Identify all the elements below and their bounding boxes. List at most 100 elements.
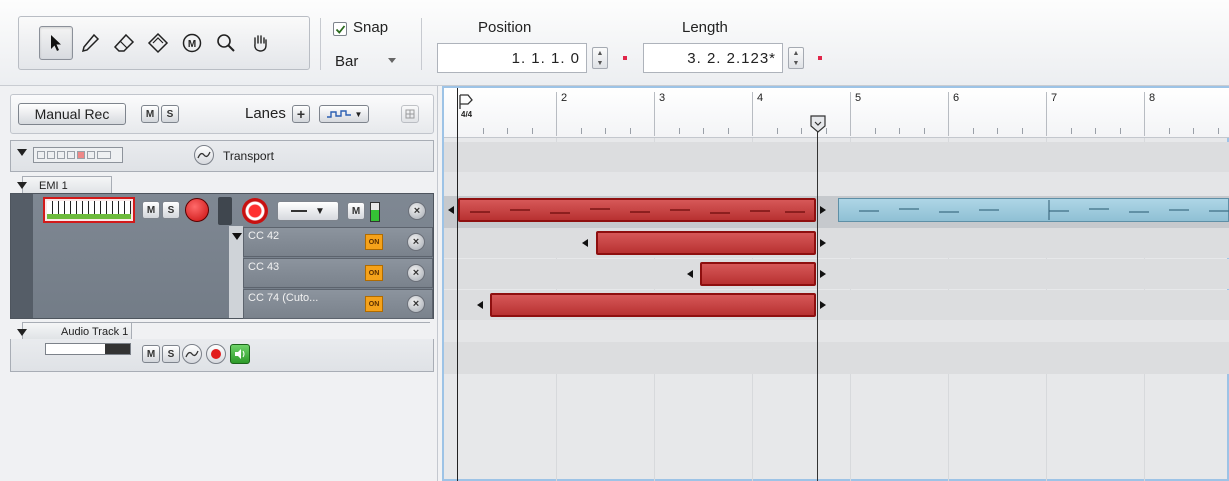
- ruler-beat-tick: [703, 128, 704, 134]
- eraser-tool-icon[interactable]: [107, 26, 141, 60]
- mute-tool-icon[interactable]: M: [175, 26, 209, 60]
- manual-rec-button[interactable]: Manual Rec: [18, 103, 126, 125]
- zoom-tool-icon[interactable]: [209, 26, 243, 60]
- ruler-beat-ticks: [444, 126, 1229, 134]
- lane-gap: [444, 320, 1229, 342]
- clip-end-handle-icon[interactable]: [820, 270, 826, 278]
- tool-group: M: [18, 16, 310, 70]
- paint-tool-icon[interactable]: [141, 26, 175, 60]
- close-icon[interactable]: ×: [407, 233, 425, 251]
- lane-options-icon[interactable]: [401, 105, 419, 123]
- audio-track[interactable]: M S: [10, 329, 434, 372]
- pencil-tool-icon[interactable]: [73, 26, 107, 60]
- global-solo-button[interactable]: S: [161, 105, 179, 123]
- cc42-lane-header[interactable]: CC 42 ON ×: [243, 227, 433, 257]
- audio-lane[interactable]: [444, 342, 1229, 374]
- snap-dropdown-chevron-icon[interactable]: [388, 58, 396, 63]
- timeline-ruler[interactable]: 4/4 2 3 4 5 6 7 8: [444, 88, 1229, 138]
- clip-start-handle-icon[interactable]: [582, 239, 588, 247]
- clip-start-handle-icon[interactable]: [448, 206, 454, 214]
- cc43-lane-header[interactable]: CC 43 ON ×: [243, 258, 433, 288]
- length-spinner[interactable]: ▲ ▼: [788, 47, 804, 69]
- length-label: Length: [682, 19, 728, 36]
- emi-record-enable-icon[interactable]: [185, 198, 209, 222]
- emi-ghost-clip[interactable]: [838, 198, 1229, 222]
- cc42-lane-name: CC 42: [248, 230, 280, 242]
- end-locator-icon[interactable]: [808, 114, 828, 137]
- position-label: Position: [478, 19, 532, 36]
- audio-monitor-speaker-icon[interactable]: [230, 344, 250, 364]
- emi-lane-select[interactable]: ▼: [277, 201, 339, 221]
- snap-label: Snap: [353, 19, 389, 36]
- ruler-bar-5: 5: [855, 92, 862, 104]
- clip-end-handle-icon[interactable]: [820, 206, 826, 214]
- close-icon[interactable]: ×: [407, 295, 425, 313]
- collapse-arrow-icon[interactable]: [17, 329, 27, 336]
- cc42-lane[interactable]: [444, 228, 1229, 258]
- cc42-automation-clip[interactable]: [596, 231, 816, 255]
- cc74-lane-name: CC 74 (Cuto...: [248, 292, 319, 304]
- cc74-on-toggle[interactable]: ON: [365, 296, 383, 312]
- transport-track-name: Transport: [223, 149, 274, 163]
- cc43-on-toggle[interactable]: ON: [365, 265, 383, 281]
- automation-icon[interactable]: [182, 344, 202, 364]
- ruler-beat-tick: [923, 128, 925, 134]
- arrow-tool-icon[interactable]: [39, 26, 73, 60]
- ruler-bar-4: 4: [757, 92, 764, 104]
- ruler-bar-3: 3: [659, 92, 666, 104]
- arrange-area[interactable]: 4/4 2 3 4 5 6 7 8: [442, 86, 1229, 481]
- audio-record-enable-icon[interactable]: [206, 344, 226, 364]
- cc74-automation-clip[interactable]: [490, 293, 816, 317]
- emi-lane-mute-button[interactable]: M: [347, 202, 365, 220]
- collapse-arrow-icon[interactable]: [17, 182, 27, 189]
- ruler-beat-tick: [629, 128, 631, 134]
- global-mute-button[interactable]: M: [141, 105, 159, 123]
- cc74-lane-header[interactable]: CC 74 (Cuto... ON ×: [243, 289, 433, 319]
- emi-divider-handle: [218, 197, 232, 225]
- lane-collapse-arrow-icon[interactable]: [232, 233, 242, 240]
- ruler-beat-tick: [997, 128, 998, 134]
- cc43-automation-clip[interactable]: [700, 262, 816, 286]
- lane-type-select[interactable]: ▼: [319, 105, 369, 123]
- hand-tool-icon[interactable]: [243, 26, 277, 60]
- emi-mute-button[interactable]: M: [142, 201, 160, 219]
- audio-volume-slider[interactable]: [45, 343, 131, 355]
- transport-lane[interactable]: [444, 142, 1229, 172]
- ruler-beat-tick: [1021, 128, 1023, 134]
- clip-end-handle-icon[interactable]: [820, 301, 826, 309]
- emi-level-meter-icon: [370, 202, 380, 222]
- lane-type-chevron-icon: ▼: [354, 109, 363, 119]
- clip-end-handle-icon[interactable]: [820, 239, 826, 247]
- close-icon[interactable]: ×: [407, 264, 425, 282]
- position-spinner[interactable]: ▲ ▼: [592, 47, 608, 69]
- add-lane-button[interactable]: +: [292, 105, 310, 123]
- length-field[interactable]: 3. 2. 2.123*: [643, 43, 783, 73]
- audio-solo-button[interactable]: S: [162, 345, 180, 363]
- lane-gap: [444, 172, 1229, 196]
- emi-keyboard-icon[interactable]: [43, 197, 135, 223]
- collapse-arrow-icon[interactable]: [17, 149, 27, 156]
- ruler-bar-2: 2: [561, 92, 568, 104]
- snap-value-select[interactable]: Bar: [335, 53, 358, 70]
- ruler-beat-tick: [1095, 128, 1096, 134]
- position-field[interactable]: 1. 1. 1. 0: [437, 43, 587, 73]
- automation-icon[interactable]: [194, 145, 214, 165]
- emi-midi-clip[interactable]: [458, 198, 816, 222]
- midi-data-graphic: [470, 208, 805, 214]
- length-marker-icon: [818, 56, 822, 60]
- audio-mute-button[interactable]: M: [142, 345, 160, 363]
- transport-track[interactable]: Transport: [10, 140, 434, 172]
- clip-start-handle-icon[interactable]: [687, 270, 693, 278]
- ruler-beat-tick: [1193, 128, 1194, 134]
- cc42-on-toggle[interactable]: ON: [365, 234, 383, 250]
- emi-track[interactable]: M S ▼ M × CC 42 ON × CC 43 ON × CC 74 (C…: [10, 182, 434, 319]
- ruler-beat-tick: [1217, 128, 1219, 134]
- cc43-lane[interactable]: [444, 259, 1229, 289]
- ruler-bar-8: 8: [1149, 92, 1156, 104]
- emi-solo-button[interactable]: S: [162, 201, 180, 219]
- close-icon[interactable]: ×: [408, 202, 426, 220]
- emi-lane-record-icon[interactable]: [242, 198, 268, 224]
- ruler-beat-tick: [899, 128, 900, 134]
- clip-start-handle-icon[interactable]: [477, 301, 483, 309]
- snap-checkbox[interactable]: [333, 22, 347, 36]
